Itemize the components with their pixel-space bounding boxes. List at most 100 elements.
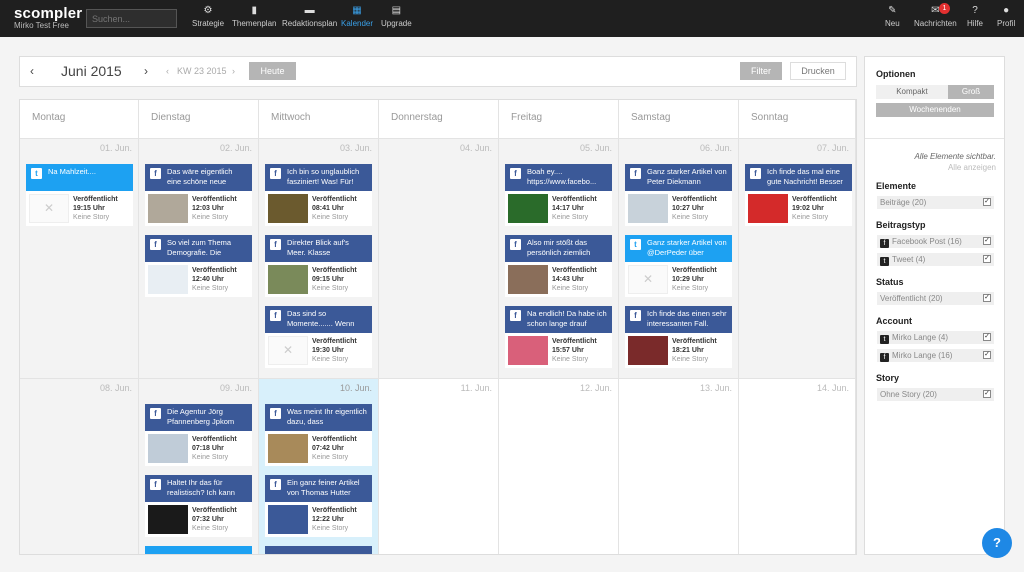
filter-item[interactable]: f Facebook Post (16) ✓	[877, 235, 994, 248]
checkbox-icon[interactable]: ✓	[983, 237, 991, 245]
post-header[interactable]: f Ich finde das einen sehr interessanten …	[625, 306, 732, 333]
nav-user[interactable]: ● Profil	[997, 6, 1015, 29]
post-card[interactable]: f Ein ganz feiner Artikel von Thomas Hutt…	[265, 475, 372, 537]
next-week-chevron-icon[interactable]: ›	[232, 66, 235, 76]
post-thumbnail	[268, 434, 308, 463]
post-card[interactable]: f Ich finde das mal eine gute Nachricht! …	[745, 164, 852, 226]
post-header[interactable]: f Also mir stößt das persönlich ziemlich	[505, 235, 612, 262]
day-header: Mittwoch	[259, 100, 379, 138]
twitter-icon: t	[630, 239, 641, 250]
post-card[interactable]: f Also mir stößt das persönlich ziemlich V…	[505, 235, 612, 297]
post-card[interactable]: f So viel zum Thema Demografie. Die Veröff…	[145, 235, 252, 297]
checkbox-icon[interactable]: ✓	[983, 333, 991, 341]
facebook-icon: f	[880, 353, 889, 362]
post-header[interactable]: f Ich finde das mal eine gute Nachricht! …	[745, 164, 852, 191]
post-header[interactable]: f Ganz starker Artikel von Peter Diekmann	[625, 164, 732, 191]
filter-item[interactable]: Beiträge (20) ✓	[877, 196, 994, 209]
post-time: 19:15 Uhr	[73, 205, 105, 212]
post-card[interactable]: f Na endlich! Da habe ich schon lange dra…	[505, 306, 612, 368]
nav-mail[interactable]: ✉ Nachrichten 1	[914, 3, 957, 28]
chat-help-button[interactable]: ?	[982, 528, 1012, 558]
nav-gear[interactable]: ⚙ Strategie	[192, 6, 224, 29]
calendar-day-cell[interactable]: 13. Jun.	[619, 378, 739, 554]
nav-pencil[interactable]: ✎ Neu	[885, 6, 900, 29]
checkbox-icon[interactable]: ✓	[983, 351, 991, 359]
post-card[interactable]: f Haltet Ihr das für realistisch? Ich kan…	[145, 475, 252, 537]
weekends-toggle[interactable]: Wochenenden	[876, 103, 994, 117]
calendar-day-cell[interactable]: 12. Jun.	[499, 378, 619, 554]
post-header[interactable]: f Die Agentur Jörg Pfannenberg Jpkom	[145, 404, 252, 431]
post-header[interactable]: f Boah ey.... https://www.facebo...	[505, 164, 612, 191]
next-month-chevron-icon[interactable]: ›	[144, 64, 148, 78]
facebook-icon: f	[150, 168, 161, 179]
checkbox-icon[interactable]: ✓	[983, 255, 991, 263]
calendar-day-cell[interactable]: 14. Jun.	[739, 378, 856, 554]
top-navbar: scompler Mirko Test Free ⚙ Strategie ▮ Them…	[0, 0, 1024, 37]
checkbox-icon[interactable]: ✓	[983, 294, 991, 302]
facebook-icon: f	[150, 408, 161, 419]
checkbox-icon[interactable]: ✓	[983, 390, 991, 398]
post-header[interactable]: f Was meint Ihr eigentlich dazu, dass	[265, 404, 372, 431]
post-header[interactable]: f Das wäre eigentlich eine schöne neue	[145, 164, 252, 191]
post-status: Veröffentlicht	[552, 338, 597, 345]
post-status: Veröffentlicht	[672, 267, 717, 274]
nav-calendar[interactable]: ▦ Kalender	[341, 6, 373, 29]
show-all-link[interactable]: Alle anzeigen	[865, 163, 1002, 172]
post-time: 10:27 Uhr	[672, 205, 704, 212]
filter-label: Tweet (4)	[892, 255, 926, 264]
post-body: ✕ Veröffentlicht 19:30 Uhr Keine Story	[265, 333, 372, 368]
nav-list[interactable]: ▤ Upgrade	[381, 6, 412, 29]
post-card[interactable]: f Ich finde das einen sehr interessanten …	[625, 306, 732, 368]
post-story: Keine Story	[552, 214, 589, 221]
post-time: 12:03 Uhr	[192, 205, 224, 212]
post-header[interactable]: t Na Mahlzeit....	[26, 164, 133, 191]
day-number: 11. Jun.	[460, 383, 492, 393]
checkbox-icon[interactable]: ✓	[983, 198, 991, 206]
nav-book[interactable]: ▮ Themenplan	[232, 6, 276, 29]
filter-item[interactable]: t Tweet (4) ✓	[877, 253, 994, 266]
search-input[interactable]	[86, 9, 177, 28]
large-view-button[interactable]: Groß	[948, 85, 994, 99]
post-header[interactable]: f Haltet Ihr das für realistisch? Ich kan…	[145, 475, 252, 502]
post-card[interactable]: t Na Mahlzeit.... ✕ Veröffentlicht 19:15 Uhr…	[26, 164, 133, 226]
post-story: Keine Story	[312, 525, 349, 532]
nav-question[interactable]: ? Hilfe	[967, 6, 983, 29]
post-header[interactable]: f So viel zum Thema Demografie. Die	[145, 235, 252, 262]
calendar-day-cell[interactable]: 08. Jun.	[20, 378, 139, 554]
prev-week-chevron-icon[interactable]: ‹	[166, 66, 169, 76]
post-header[interactable]: t Ganz starker Artikel von @DerPeder über	[625, 235, 732, 262]
today-button[interactable]: Heute	[249, 62, 296, 80]
post-card[interactable]: f Ganz starker Artikel von Peter Diekmann…	[625, 164, 732, 226]
filter-item[interactable]: f Mirko Lange (16) ✓	[877, 349, 994, 362]
calendar-day-cell[interactable]: 04. Jun.	[379, 138, 499, 378]
filter-item[interactable]: Ohne Story (20) ✓	[877, 388, 994, 401]
post-header[interactable]: f Direkter Blick auf's Meer. Klasse	[265, 235, 372, 262]
facebook-icon: f	[270, 168, 281, 179]
twitter-icon: t	[880, 257, 889, 266]
post-card[interactable]: f Was meint Ihr eigentlich dazu, dass Verö…	[265, 404, 372, 466]
post-header[interactable]: f Ich bin so unglaublich fasziniert! Was!…	[265, 164, 372, 191]
post-card[interactable]: f Das sind so Momente....... Wenn ✕ Veröffe…	[265, 306, 372, 368]
post-title: Das sind so Momente....... Wenn	[287, 309, 355, 328]
post-header[interactable]: f Na endlich! Da habe ich schon lange dra…	[505, 306, 612, 333]
post-card[interactable]: f Direkter Blick auf's Meer. Klasse Veröff…	[265, 235, 372, 297]
print-button[interactable]: Drucken	[790, 62, 846, 80]
post-card[interactable]: f Ich bin so unglaublich fasziniert! Was!…	[265, 164, 372, 226]
post-header[interactable]: f Ein ganz feiner Artikel von Thomas Hutt…	[265, 475, 372, 502]
filter-item[interactable]: t Mirko Lange (4) ✓	[877, 331, 994, 344]
post-card-partial[interactable]	[265, 546, 372, 554]
nav-folder[interactable]: ▬ Redaktionsplan	[282, 6, 337, 29]
post-card-partial[interactable]	[145, 546, 252, 554]
post-card[interactable]: f Die Agentur Jörg Pfannenberg Jpkom Veröf…	[145, 404, 252, 466]
scompler-logo[interactable]: scompler	[14, 5, 82, 22]
post-thumbnail	[268, 505, 308, 534]
filter-item[interactable]: Veröffentlicht (20) ✓	[877, 292, 994, 305]
post-card[interactable]: t Ganz starker Artikel von @DerPeder über…	[625, 235, 732, 297]
prev-month-chevron-icon[interactable]: ‹	[30, 64, 34, 78]
post-card[interactable]: f Das wäre eigentlich eine schöne neue Ver…	[145, 164, 252, 226]
compact-view-button[interactable]: Kompakt	[876, 85, 948, 99]
calendar-day-cell[interactable]: 11. Jun.	[379, 378, 499, 554]
filter-button[interactable]: Filter	[740, 62, 782, 80]
post-card[interactable]: f Boah ey.... https://www.facebo... Veröff…	[505, 164, 612, 226]
post-header[interactable]: f Das sind so Momente....... Wenn	[265, 306, 372, 333]
